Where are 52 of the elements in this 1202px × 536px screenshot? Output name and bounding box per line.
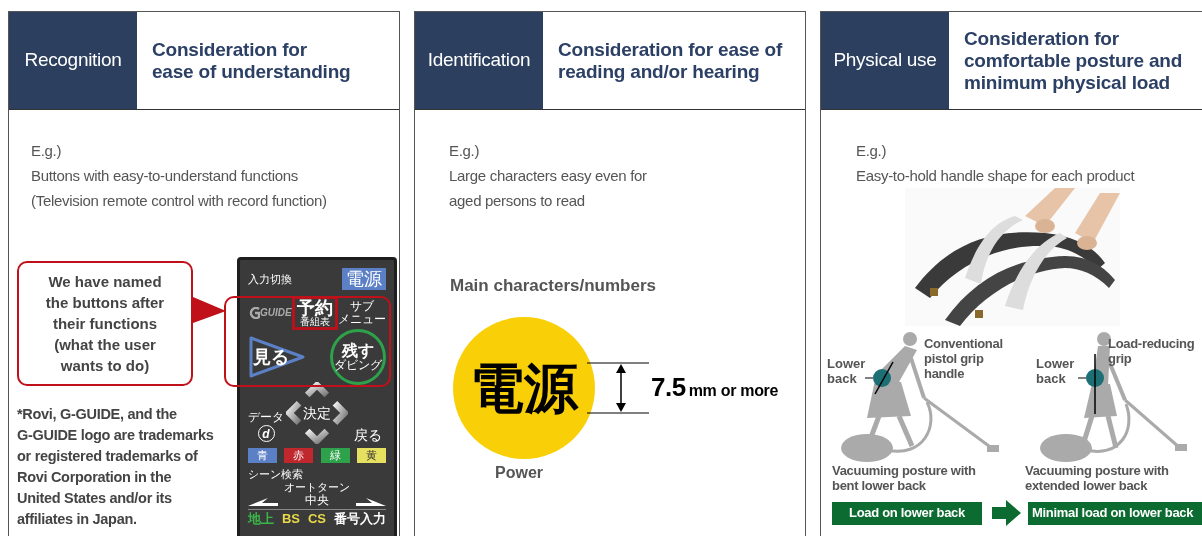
dimension-drawing	[587, 361, 649, 414]
broadcast-key[interactable]: 番号入力	[334, 512, 386, 525]
example-label: E.g.)	[449, 142, 480, 159]
broadcast-key[interactable]: CS	[307, 512, 327, 525]
footnote: *Rovi, G-GUIDE, and the G-GUIDE logo are trademarks or registered trademarks of Rovi Corporation in the United States and/or its affiliates in Japan.	[17, 405, 215, 529]
category-label: Recognition	[9, 12, 137, 109]
grip-label: Load-reducing grip	[1108, 336, 1195, 366]
callout-pointer	[193, 297, 226, 323]
color-key[interactable]: 黄	[357, 448, 386, 463]
example-label: E.g.)	[31, 142, 62, 159]
example-label: E.g.)	[856, 142, 887, 159]
panel-heading: Consideration for comfortable posture and minimum physical load	[964, 27, 1183, 94]
color-key[interactable]: 青	[248, 448, 277, 463]
keep-button[interactable]: 残す ダビング	[330, 329, 386, 385]
left-arrow-icon	[248, 498, 278, 506]
auto-turn-label: オートターン	[284, 482, 350, 493]
back-button[interactable]: 戻る	[354, 428, 382, 442]
data-label: データ	[248, 411, 284, 423]
example-text: Buttons with easy-to-understand functions (Television remote control with record function)	[31, 166, 327, 211]
result-bar: Load on lower back	[832, 501, 982, 525]
broadcast-key[interactable]: 地上	[248, 512, 274, 525]
power-symbol-badge: 電源	[453, 316, 595, 459]
input-switch-button[interactable]: 入力切換	[248, 273, 292, 285]
scene-search-label: シーン検索	[248, 468, 303, 480]
result-bar: Minimal load on lower back	[1028, 501, 1202, 525]
size-value: 7.5	[651, 371, 686, 404]
sub-menu-button[interactable]: サブ メニュー	[338, 300, 386, 326]
symbol-caption: Power	[495, 463, 543, 481]
right-arrow-icon	[356, 498, 386, 506]
category-label: Identification	[415, 12, 543, 109]
subheading: Main characters/numbers	[450, 276, 656, 295]
lower-back-label: Lower back	[1036, 356, 1075, 386]
right-arrow-icon	[992, 500, 1021, 526]
direction-pad[interactable]: 決定	[286, 382, 348, 444]
center-button[interactable]: 中央	[305, 494, 329, 506]
posture-caption: Vacuuming posture with bent lower back	[832, 463, 976, 493]
guide-logo: GUIDE	[248, 307, 292, 319]
grip-label: Conventional pistol grip handle	[924, 336, 1003, 381]
panel-heading: Consideration for ease of reading and/or hearing	[558, 38, 783, 83]
example-text: Easy-to-hold handle shape for each product	[856, 166, 1135, 186]
reserve-button[interactable]: 予約 番組表	[291, 296, 338, 330]
example-text: Large characters easy even for aged persons to read	[449, 166, 647, 211]
panel-heading: Consideration for ease of understanding	[152, 38, 351, 83]
lower-back-label: Lower back	[827, 356, 866, 386]
posture-caption: Vacuuming posture with extended lower back	[1025, 463, 1169, 493]
color-key[interactable]: 赤	[284, 448, 314, 463]
category-label: Physical use	[821, 12, 949, 109]
size-unit: mm or more	[688, 381, 779, 401]
callout-box: We have named the buttons after their functions (what the user wants to do)	[17, 261, 193, 386]
power-button[interactable]: 電源	[342, 268, 386, 290]
view-button[interactable]: 見る	[248, 335, 306, 379]
broadcast-key[interactable]: BS	[281, 512, 300, 525]
